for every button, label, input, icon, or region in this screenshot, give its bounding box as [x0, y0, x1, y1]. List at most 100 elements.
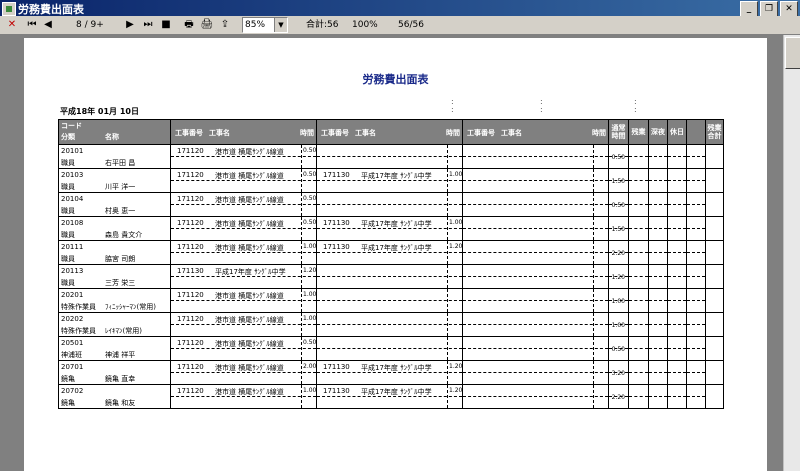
overtime-cell — [628, 336, 649, 361]
dash-divider — [629, 204, 648, 205]
dash-divider — [649, 300, 667, 301]
job-hours: 1.20 — [303, 267, 317, 274]
zoom-value: 85% — [245, 20, 266, 30]
overtime-cell — [686, 336, 706, 361]
regular-hours-cell: 0.50 — [608, 336, 629, 361]
chevron-down-icon[interactable]: ▼ — [274, 18, 287, 32]
job-cell: 171120 港市道 横尾ｻﾝｸﾞﾙ線道 1.00 — [170, 312, 317, 337]
job-cell — [462, 336, 609, 361]
first-page-icon[interactable]: ⏮ — [26, 18, 38, 32]
dash-divider — [447, 289, 448, 312]
zoom-select[interactable]: 85% ▼ — [242, 17, 288, 33]
employee-cell: 20101 職員 右平田 昌 — [58, 144, 171, 169]
dash-divider — [171, 372, 316, 373]
export-icon[interactable]: ⇪ — [218, 18, 232, 32]
overtime-cell — [628, 144, 649, 169]
last-page-icon[interactable]: ⏭ — [142, 18, 154, 32]
table-row: 20111 職員 脇宮 司朗 171120 港市道 横尾ｻﾝｸﾞﾙ線道 1.00 17113… — [58, 240, 724, 265]
job-cell — [462, 312, 609, 337]
dash-divider — [687, 180, 705, 181]
overtime-cell — [667, 216, 687, 241]
employee-cell: 20201 特殊作業員 ﾌｨﾆｯｼｬｰﾏﾝ(常用) — [58, 288, 171, 313]
header-job-no: 工事番号 — [175, 129, 203, 137]
job-cell: 171130 平成17年度 ｻﾝｸﾞﾙ中学 1.20 — [316, 240, 463, 265]
dash-divider — [171, 324, 316, 325]
dash-divider — [463, 348, 608, 349]
overtime-cell — [667, 192, 687, 217]
dash-divider — [629, 324, 648, 325]
dash-divider — [649, 348, 667, 349]
dash-divider — [317, 228, 462, 229]
header-holiday: 休日 — [667, 119, 687, 145]
overtime-total-cell — [705, 336, 724, 361]
header-hours: 時間 — [592, 129, 606, 137]
dash-divider — [609, 348, 628, 349]
vertical-scrollbar[interactable] — [783, 35, 800, 471]
dash-divider — [171, 252, 316, 253]
header-job-name: 工事名 — [355, 129, 376, 137]
employee-category: 職員 — [61, 255, 75, 263]
dash-divider — [629, 276, 648, 277]
overtime-total-cell — [705, 312, 724, 337]
overtime-cell — [648, 168, 668, 193]
dash-divider — [317, 180, 462, 181]
report-title: 労務費出面表 — [362, 73, 429, 86]
table-row: 20202 特殊作業員 ﾚｲｷﾏﾝ(常用) 171120 港市道 横尾ｻﾝｸﾞﾙ線道 1.… — [58, 312, 724, 337]
overtime-total-cell — [705, 240, 724, 265]
overtime-cell — [648, 288, 668, 313]
next-page-icon[interactable]: ▶ — [124, 18, 136, 32]
dash-divider — [317, 204, 462, 205]
stop-icon[interactable]: ■ — [160, 18, 172, 32]
dash-divider — [463, 276, 608, 277]
separator-mark: :: — [634, 97, 637, 114]
print-setup-icon[interactable]: 🖨 — [200, 18, 214, 32]
dash-divider — [593, 241, 594, 264]
employee-name: ﾚｲｷﾏﾝ(常用) — [105, 327, 142, 335]
dash-divider — [463, 180, 608, 181]
dash-divider — [463, 228, 608, 229]
overtime-cell — [648, 192, 668, 217]
scrollbar-thumb[interactable] — [785, 37, 800, 69]
regular-hours-cell: 0.50 — [608, 192, 629, 217]
close-window-button[interactable]: ✕ — [780, 1, 798, 17]
overtime-cell — [686, 144, 706, 169]
regular-hours-cell: 1.50 — [608, 216, 629, 241]
header-code: コード — [61, 122, 82, 130]
overtime-cell — [628, 240, 649, 265]
print-icon[interactable]: 🖶 — [182, 18, 196, 32]
dash-divider — [687, 276, 705, 277]
job-hours: 0.50 — [303, 195, 317, 202]
overtime-cell — [686, 384, 706, 409]
regular-hours-cell: 1.00 — [608, 312, 629, 337]
dash-divider — [463, 156, 608, 157]
dash-divider — [649, 180, 667, 181]
minimize-button[interactable]: _ — [740, 1, 758, 17]
job-cell: 171120 港市道 横尾ｻﾝｸﾞﾙ線道 2.00 — [170, 360, 317, 385]
overtime-total-cell — [705, 168, 724, 193]
regular-hours-cell: 1.00 — [608, 288, 629, 313]
job-hours: 1.20 — [449, 363, 463, 370]
dash-divider — [301, 265, 302, 288]
employee-category: 職員 — [61, 159, 75, 167]
employee-category: 職員 — [61, 279, 75, 287]
close-icon[interactable]: ✕ — [6, 18, 18, 32]
prev-page-icon[interactable]: ◀ — [42, 18, 54, 32]
header-job-3: 工事番号 工事名 時間 — [462, 119, 609, 145]
dash-divider — [317, 300, 462, 301]
overtime-cell — [648, 144, 668, 169]
header-category: 分類 — [61, 133, 75, 141]
employee-cell: 20202 特殊作業員 ﾚｲｷﾏﾝ(常用) — [58, 312, 171, 337]
overtime-total-cell — [705, 216, 724, 241]
dash-divider — [171, 348, 316, 349]
job-cell: 171120 港市道 横尾ｻﾝｸﾞﾙ線道 0.50 — [170, 336, 317, 361]
overtime-cell — [648, 312, 668, 337]
dash-divider — [649, 204, 667, 205]
job-hours: 1.20 — [449, 243, 463, 250]
job-number: 171120 — [177, 171, 204, 179]
dash-divider — [593, 265, 594, 288]
restore-button[interactable]: ❐ — [760, 1, 778, 17]
job-number: 171130 — [177, 267, 204, 275]
dash-divider — [171, 204, 316, 205]
dash-divider — [668, 276, 686, 277]
job-cell — [462, 384, 609, 409]
